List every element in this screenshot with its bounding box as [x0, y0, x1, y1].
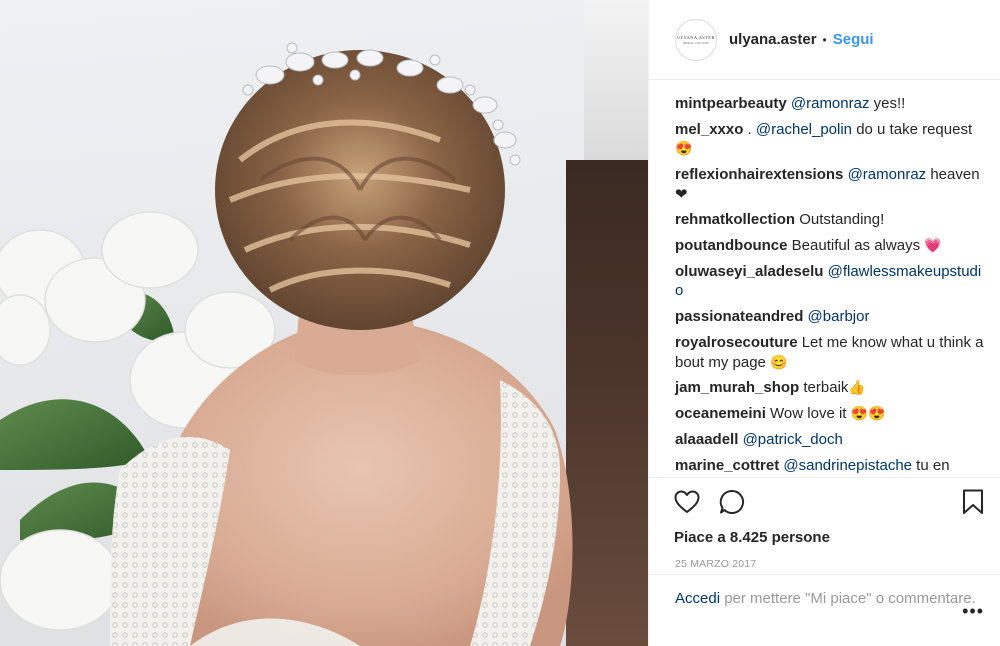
comment-emoji: 👍	[848, 379, 866, 396]
comment-text: tu en	[912, 456, 950, 474]
comment-text: .	[743, 120, 756, 138]
comment-item: reflexionhairextensions @ramonraz heaven…	[675, 165, 986, 204]
avatar-logo-line2: BRIDAL COUTURE	[683, 40, 709, 45]
post-photo[interactable]	[0, 0, 648, 646]
post-header: ULYANA ASTER BRIDAL COUTURE ulyana.aster…	[649, 0, 1000, 80]
comment-username[interactable]: oluwaseyi_aladeselu	[675, 263, 823, 280]
comment-username[interactable]: oceanemeini	[675, 405, 766, 422]
comment-item: oluwaseyi_aladeselu @flawlessmakeupstudi…	[675, 262, 986, 301]
comment-username[interactable]: poutandbounce	[675, 237, 788, 254]
follow-button[interactable]: Segui	[833, 31, 874, 48]
comments-list[interactable]: mintpearbeauty @ramonraz yes!! mel_xxxo …	[649, 80, 1000, 477]
login-prompt: Accedi per mettere "Mi piace" o commenta…	[649, 574, 1000, 646]
comment-username[interactable]: mintpearbeauty	[675, 95, 787, 112]
bookmark-icon[interactable]	[962, 489, 984, 515]
comment-text: yes!!	[869, 95, 906, 112]
login-link[interactable]: Accedi	[675, 590, 720, 607]
comment-item: jam_murah_shop terbaik👍	[675, 378, 986, 398]
login-prompt-text: per mettere "Mi piace" o commentare.	[720, 590, 976, 607]
comment-item: alaaadell @patrick_doch	[675, 430, 986, 450]
comment-mention[interactable]: @ramonraz	[791, 95, 870, 112]
comment-emoji: 😍	[675, 140, 693, 157]
comment-item: poutandbounce Beautiful as always 💗	[675, 236, 986, 256]
avatar[interactable]: ULYANA ASTER BRIDAL COUTURE	[675, 18, 717, 61]
post-actions-section: Piace a 8.425 persone 25 MARZO 2017	[649, 477, 1000, 570]
comment-text: do u take request	[852, 120, 973, 138]
comment-username[interactable]: marine_cottret	[675, 457, 779, 474]
post-sidebar: ULYANA ASTER BRIDAL COUTURE ulyana.aster…	[648, 0, 1000, 646]
post-author-username[interactable]: ulyana.aster	[729, 31, 817, 48]
comment-text: Wow love it	[765, 405, 851, 423]
comment-mention[interactable]: @barbjor	[808, 308, 870, 325]
comment-username[interactable]: royalrosecouture	[675, 334, 798, 351]
comment-mention[interactable]: @sandrinepistache	[783, 457, 912, 474]
more-options-icon[interactable]: •••	[962, 602, 984, 620]
comment-text: terbaik	[799, 379, 849, 397]
comment-item: mel_xxxo . @rachel_polin do u take reque…	[675, 120, 986, 159]
comment-item: marine_cottret @sandrinepistache tu en	[675, 456, 986, 476]
comment-username[interactable]: alaaadell	[675, 431, 738, 448]
bride-illustration	[0, 42, 573, 646]
comment-mention[interactable]: @patrick_doch	[743, 431, 843, 448]
comment-emoji: 💗	[924, 237, 942, 254]
comment-username[interactable]: rehmatkollection	[675, 211, 795, 228]
comment-username[interactable]: passionateandred	[675, 308, 803, 325]
comment-username[interactable]: reflexionhairextensions	[675, 166, 843, 183]
comment-mention[interactable]: @ramonraz	[848, 166, 927, 183]
comment-username[interactable]: mel_xxxo	[675, 121, 743, 138]
comment-text: Outstanding!	[795, 211, 885, 229]
header-separator: •	[822, 32, 827, 47]
avatar-logo-line1: ULYANA ASTER	[677, 34, 715, 40]
comment-item: rehmatkollection Outstanding!	[675, 210, 986, 230]
comment-mention[interactable]: @rachel_polin	[756, 121, 852, 138]
comment-emoji: 😍😍	[850, 405, 886, 422]
instagram-post: ULYANA ASTER BRIDAL COUTURE ulyana.aster…	[0, 0, 1000, 646]
comment-bubble-icon[interactable]	[719, 489, 745, 515]
heart-icon[interactable]	[674, 490, 700, 514]
comment-item: mintpearbeauty @ramonraz yes!!	[675, 94, 986, 114]
action-bar	[649, 478, 1000, 520]
comment-username[interactable]: jam_murah_shop	[675, 379, 799, 396]
likes-count[interactable]: Piace a 8.425 persone	[649, 520, 1000, 546]
comment-emoji: 😊	[770, 353, 788, 370]
comment-text: Beautiful as always	[787, 237, 925, 255]
comment-item: passionateandred @barbjor	[675, 307, 986, 327]
comment-item: oceanemeini Wow love it 😍😍	[675, 404, 986, 424]
comment-item: royalrosecouture Let me know what u thin…	[675, 333, 986, 372]
post-date[interactable]: 25 MARZO 2017	[649, 546, 1000, 570]
